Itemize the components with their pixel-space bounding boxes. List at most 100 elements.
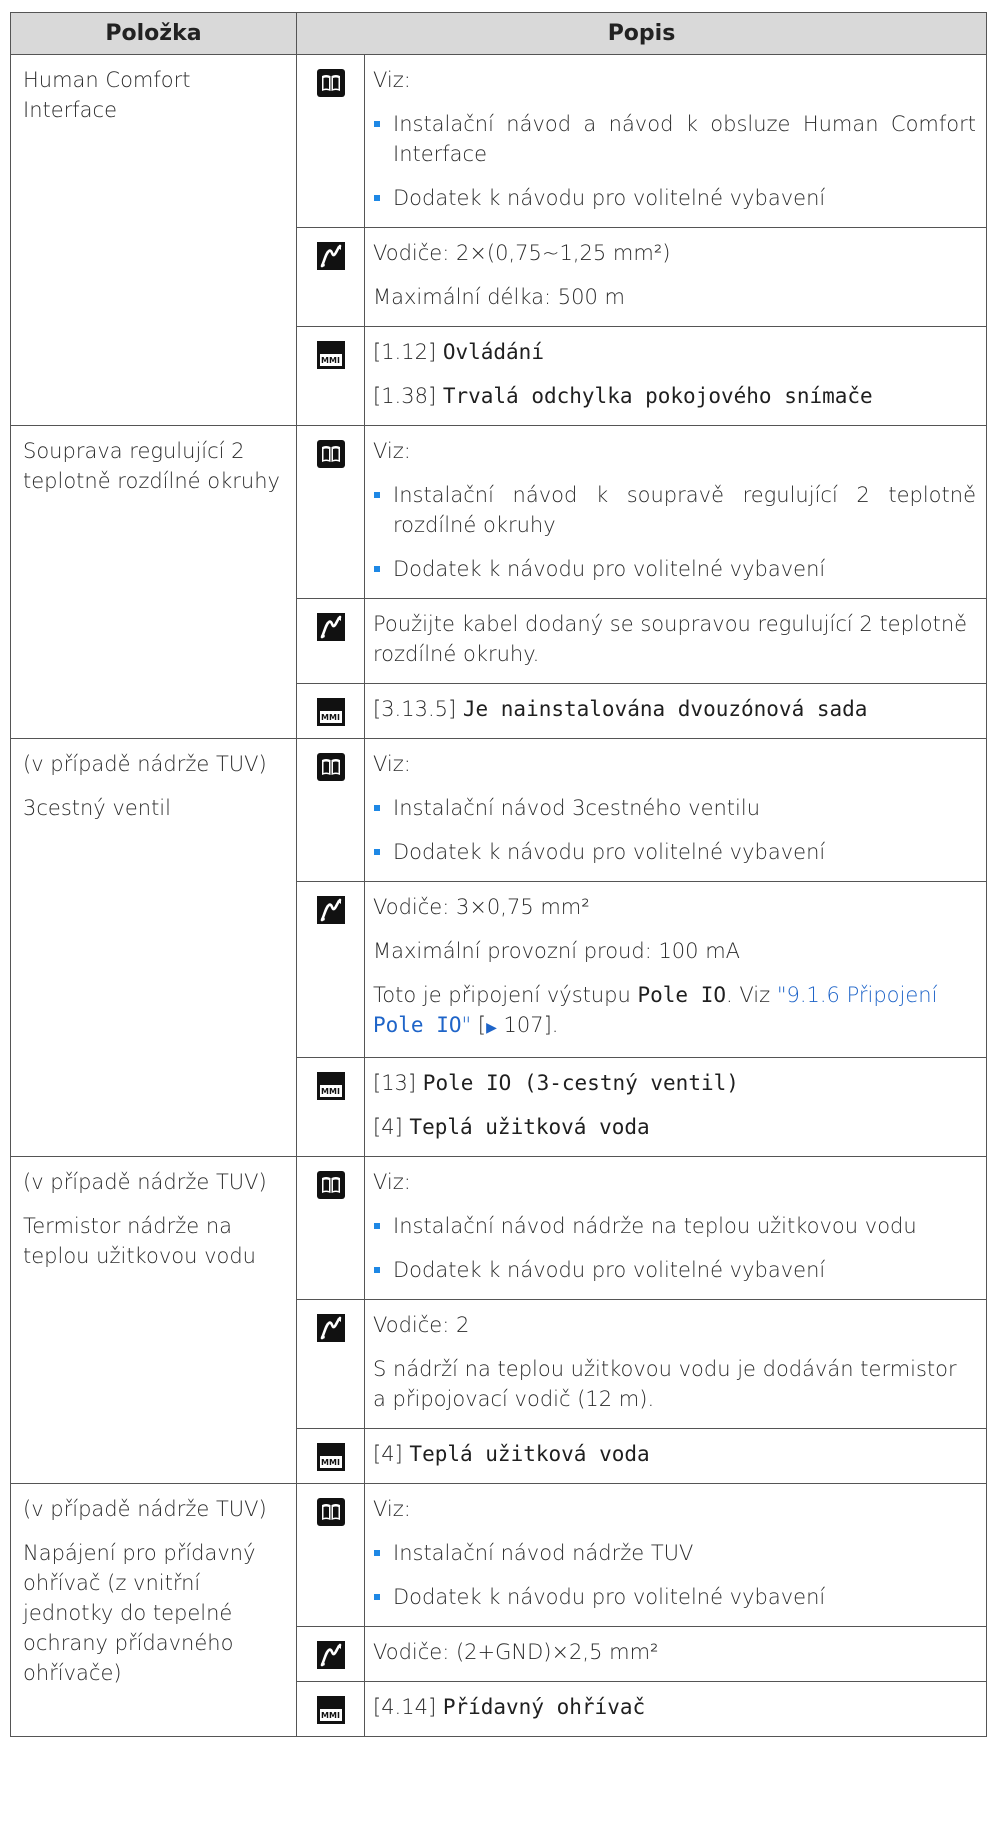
setting-code: [4] <box>373 1442 410 1466</box>
reference-intro: Viz: <box>373 752 411 776</box>
mmi-cell: [4.14] Přídavný ohřívač <box>364 1681 987 1737</box>
wiring-cell: Vodiče: 2 S nádrží na teplou užitkovou vo… <box>364 1299 987 1429</box>
mmi-user-interface-icon: MMI <box>316 698 345 726</box>
mmi-setting: [3.13.5] Je nainstalována dvouzónová sad… <box>373 694 976 724</box>
reference-list: Instalační návod a návod k obsluze Human… <box>373 109 976 213</box>
wiring-cell: Vodiče: 3×0,75 mm² Maximální provozní pro… <box>364 881 987 1058</box>
reference-cell: Viz: Instalační návod nádrže na teplou už… <box>364 1156 987 1300</box>
item-text: Napájení pro přídavný ohřívač (z vnitřní… <box>23 1541 256 1685</box>
item-cell: Human Comfort Interface <box>10 54 297 426</box>
item-cell: (v případě nádrže TUV) Napájení pro přída… <box>10 1483 297 1737</box>
wiring-text: Maximální délka: 500 m <box>373 285 625 309</box>
manual-book-icon <box>316 753 345 781</box>
manual-book-icon <box>316 69 345 97</box>
wiring-text: Vodiče: 2 <box>373 1313 470 1337</box>
setting-name: Pole IO <box>422 1071 512 1095</box>
wiring-text: Maximální provozní proud: 100 mA <box>373 939 741 963</box>
item-text: Souprava regulující 2 teplotně rozdílné … <box>23 439 280 493</box>
mmi-user-interface-icon: MMI <box>316 341 345 369</box>
list-item: Instalační návod nádrže TUV <box>373 1538 976 1568</box>
icon-cell <box>296 598 365 684</box>
wiring-icon <box>316 1641 345 1669</box>
item-cell: (v případě nádrže TUV) Termistor nádrže n… <box>10 1156 297 1484</box>
item-cell: (v případě nádrže TUV) 3cestný ventil <box>10 738 297 1157</box>
wiring-cell: Vodiče: 2×(0,75~1,25 mm²) Maximální délka… <box>364 227 987 327</box>
icon-cell: MMI <box>296 1428 365 1484</box>
setting-name: Trvalá odchylka pokojového snímače <box>442 384 873 408</box>
mmi-cell: [13] Pole IO (3-cestný ventil) [4] Teplá … <box>364 1057 987 1157</box>
mmi-cell: [1.12] Ovládání [1.38] Trvalá odchylka po… <box>364 326 987 426</box>
link-text[interactable]: " <box>462 1013 472 1037</box>
ref-text: Toto je připojení výstupu <box>373 983 638 1007</box>
icon-cell: MMI <box>296 1057 365 1157</box>
mmi-user-interface-icon: MMI <box>316 1443 345 1471</box>
icon-cell <box>296 1156 365 1300</box>
wiring-cell: Vodiče: (2+GND)×2,5 mm² <box>364 1626 987 1682</box>
wiring-text: Vodiče: 3×0,75 mm² <box>373 895 590 919</box>
manual-book-icon <box>316 440 345 468</box>
list-item: Dodatek k návodu pro volitelné vybavení <box>373 554 976 584</box>
list-item: Instalační návod 3cestného ventilu <box>373 793 976 823</box>
table-row: (v případě nádrže TUV) 3cestný ventil Viz:… <box>10 738 987 1157</box>
manual-book-icon <box>316 1498 345 1526</box>
mmi-setting: [4] Teplá užitková voda <box>373 1439 976 1469</box>
mmi-setting: [4.14] Přídavný ohřívač <box>373 1692 976 1722</box>
icon-cell <box>296 881 365 1058</box>
reference-cell: Viz: Instalační návod nádrže TUV Dodatek k… <box>364 1483 987 1627</box>
mmi-label: MMI <box>321 1711 340 1720</box>
table-row: Human Comfort Interface Viz: Instalační ná… <box>10 54 987 426</box>
item-text: Termistor nádrže na teplou užitkovou vod… <box>23 1214 256 1268</box>
icon-cell: MMI <box>296 1681 365 1737</box>
reference-list: Instalační návod nádrže na teplou užitko… <box>373 1211 976 1285</box>
reference-intro: Viz: <box>373 68 411 92</box>
page-arrow-icon[interactable]: ▶ <box>486 1020 497 1036</box>
icon-cell <box>296 227 365 327</box>
wiring-cell: Použijte kabel dodaný se soupravou regul… <box>364 598 987 684</box>
item-text: (v případě nádrže TUV) <box>23 1170 267 1194</box>
list-item: Dodatek k návodu pro volitelné vybavení <box>373 837 976 867</box>
manual-book-icon <box>316 1171 345 1199</box>
wiring-text: Vodiče: 2×(0,75~1,25 mm²) <box>373 241 671 265</box>
reference-list: Instalační návod nádrže TUV Dodatek k náv… <box>373 1538 976 1612</box>
list-item: Instalační návod a návod k obsluze Human… <box>373 109 976 169</box>
table-row: (v případě nádrže TUV) Termistor nádrže n… <box>10 1156 987 1484</box>
icon-cell: MMI <box>296 683 365 739</box>
icon-cell <box>296 54 365 228</box>
setting-code: [1.38] <box>373 384 443 408</box>
wiring-icon <box>316 613 345 641</box>
list-item: Dodatek k návodu pro volitelné vybavení <box>373 1255 976 1285</box>
header-item: Položka <box>10 12 297 55</box>
setting-name: Teplá užitková voda <box>409 1115 650 1139</box>
ref-text: [ <box>471 1013 487 1037</box>
mmi-cell: [3.13.5] Je nainstalována dvouzónová sad… <box>364 683 987 739</box>
list-item: Instalační návod nádrže na teplou užitko… <box>373 1211 976 1241</box>
reference-cell: Viz: Instalační návod k soupravě regulují… <box>364 425 987 599</box>
item-text: (v případě nádrže TUV) <box>23 752 267 776</box>
list-item: Dodatek k návodu pro volitelné vybavení <box>373 183 976 213</box>
header-description: Popis <box>296 12 987 55</box>
setting-code: [3.13.5] <box>373 697 463 721</box>
mmi-label: MMI <box>321 356 340 365</box>
icon-cell: MMI <box>296 326 365 426</box>
icon-cell <box>296 425 365 599</box>
item-text: Human Comfort Interface <box>23 68 191 122</box>
setting-code: [4.14] <box>373 1695 443 1719</box>
icon-cell <box>296 1483 365 1627</box>
mmi-user-interface-icon: MMI <box>316 1696 345 1724</box>
setting-name: Teplá užitková voda <box>409 1442 650 1466</box>
wiring-icon <box>316 896 345 924</box>
ref-term: Pole IO <box>637 983 727 1007</box>
wiring-reference: Toto je připojení výstupu Pole IO. Viz "… <box>373 980 976 1043</box>
reference-intro: Viz: <box>373 1170 411 1194</box>
mmi-label: MMI <box>321 1458 340 1467</box>
icon-cell <box>296 1299 365 1429</box>
reference-intro: Viz: <box>373 1497 411 1521</box>
mmi-user-interface-icon: MMI <box>316 1072 345 1100</box>
link-text[interactable]: "9.1.6 Připojení <box>777 983 938 1007</box>
link-term[interactable]: Pole IO <box>373 1013 462 1037</box>
reference-cell: Viz: Instalační návod a návod k obsluze H… <box>364 54 987 228</box>
mmi-setting: [1.12] Ovládání <box>373 337 976 367</box>
mmi-cell: [4] Teplá užitková voda <box>364 1428 987 1484</box>
reference-intro: Viz: <box>373 439 411 463</box>
setting-code: [1.12] <box>373 340 443 364</box>
